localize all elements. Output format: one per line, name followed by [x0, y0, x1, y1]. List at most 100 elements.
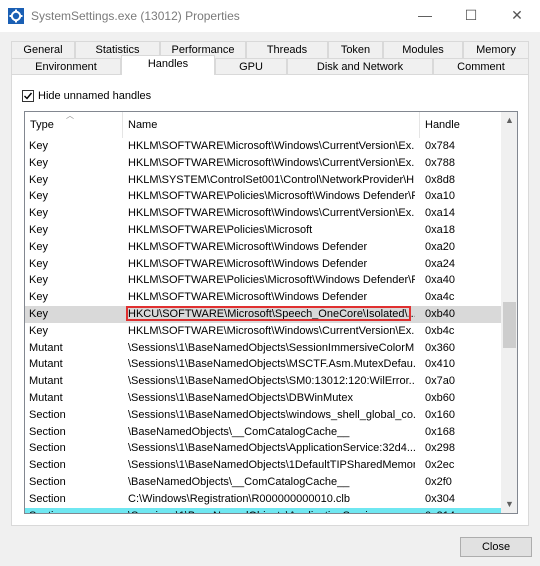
- close-button[interactable]: Close: [460, 537, 532, 557]
- table-row[interactable]: Key HKLM\SOFTWARE\Microsoft\Windows\Curre…: [25, 138, 501, 155]
- list-header: Type ︿ Name Handle: [25, 112, 501, 138]
- handles-list[interactable]: Type ︿ Name Handle Key HKLM\SOFTWARE\Micr…: [24, 111, 518, 514]
- table-row[interactable]: Key HKLM\SOFTWARE\Policies\Microsoft 0xa18: [25, 222, 501, 239]
- table-row[interactable]: Mutant \Sessions\1\BaseNamedObjects\SM0:1…: [25, 373, 501, 390]
- tab-threads[interactable]: Threads: [246, 41, 328, 58]
- table-row[interactable]: Section \BaseNamedObjects\__ComCatalogCac…: [25, 474, 501, 491]
- cell-type: Key: [29, 207, 48, 220]
- cell-type: Mutant: [29, 391, 63, 404]
- cell-name: HKLM\SOFTWARE\Microsoft\Windows Defender: [128, 240, 368, 253]
- cell-type: Section: [29, 459, 66, 472]
- cell-handle: 0x8d8: [425, 173, 455, 186]
- hide-unnamed-option[interactable]: Hide unnamed handles: [22, 88, 151, 104]
- tab-disk-and-network[interactable]: Disk and Network: [287, 58, 433, 75]
- window-title: SystemSettings.exe (13012) Properties: [31, 9, 240, 23]
- close-window-button[interactable]: ✕: [494, 0, 540, 30]
- cell-name: \Sessions\1\BaseNamedObjects\SM0:13012:1…: [128, 375, 415, 388]
- cell-handle: 0x160: [425, 408, 455, 421]
- table-row[interactable]: Key HKLM\SOFTWARE\Microsoft\Windows\Curre…: [25, 323, 501, 340]
- title-bar: SystemSettings.exe (13012) Properties — …: [0, 0, 540, 32]
- cell-handle: 0xa4c: [425, 291, 455, 304]
- cell-handle: 0x168: [425, 425, 455, 438]
- cell-type: Section: [29, 425, 66, 438]
- tab-gpu[interactable]: GPU: [215, 58, 287, 75]
- tab-general[interactable]: General: [11, 41, 75, 58]
- vertical-scrollbar[interactable]: ▲ ▼: [501, 112, 517, 513]
- table-row[interactable]: Section \BaseNamedObjects\__ComCatalogCac…: [25, 424, 501, 441]
- table-row[interactable]: Key HKCU\SOFTWARE\Microsoft\Speech_OneCor…: [25, 305, 501, 323]
- table-row[interactable]: Section \Sessions\1\BaseNamedObjects\Appl…: [25, 507, 501, 513]
- hide-unnamed-label: Hide unnamed handles: [38, 90, 152, 102]
- cell-name: HKLM\SOFTWARE\Policies\Microsoft\Windows…: [128, 190, 415, 203]
- cell-handle: 0x360: [425, 341, 455, 354]
- cell-name: \Sessions\1\BaseNamedObjects\1DefaultTIP…: [128, 459, 415, 472]
- cell-handle: 0x298: [425, 442, 455, 455]
- tab-environment[interactable]: Environment: [11, 58, 121, 75]
- cell-type: Section: [29, 508, 121, 513]
- cell-name: \BaseNamedObjects\__ComCatalogCache__: [128, 425, 350, 438]
- cell-name: \Sessions\1\BaseNamedObjects\windows_she…: [128, 408, 415, 421]
- cell-name: HKLM\SOFTWARE\Microsoft\Windows\CurrentV…: [128, 324, 415, 337]
- table-row[interactable]: Key HKLM\SOFTWARE\Microsoft\Windows Defen…: [25, 289, 501, 306]
- cell-name: \Sessions\1\BaseNamedObjects\Application…: [128, 508, 415, 513]
- table-row[interactable]: Key HKLM\SOFTWARE\Policies\Microsoft\Wind…: [25, 188, 501, 205]
- table-row[interactable]: Mutant \Sessions\1\BaseNamedObjects\DBWin…: [25, 390, 501, 407]
- cell-type: Mutant: [29, 341, 63, 354]
- tab-memory[interactable]: Memory: [463, 41, 529, 58]
- tab-handles[interactable]: Handles: [121, 55, 215, 75]
- cell-name: HKLM\SYSTEM\ControlSet001\Control\Networ…: [128, 173, 415, 186]
- cell-type: Section: [29, 492, 66, 505]
- cell-handle: 0x788: [425, 156, 455, 169]
- cell-name: C:\Windows\Registration\R000000000010.cl…: [128, 492, 350, 505]
- column-header-handle[interactable]: Handle: [420, 112, 501, 138]
- cell-type: Key: [29, 274, 48, 287]
- table-row[interactable]: Mutant \Sessions\1\BaseNamedObjects\Sessi…: [25, 340, 501, 357]
- cell-type: Key: [29, 156, 48, 169]
- scroll-up-icon[interactable]: ▲: [501, 112, 517, 129]
- table-row[interactable]: Mutant \Sessions\1\BaseNamedObjects\MSCTF…: [25, 356, 501, 373]
- cell-name: HKLM\SOFTWARE\Microsoft\Windows\CurrentV…: [128, 207, 415, 220]
- cell-name: HKCU\SOFTWARE\Microsoft\Speech_OneCore\I…: [128, 307, 415, 320]
- maximize-button[interactable]: ☐: [448, 0, 494, 30]
- hide-unnamed-checkbox[interactable]: [22, 90, 34, 102]
- column-header-type[interactable]: Type ︿: [25, 112, 123, 138]
- cell-handle: 0xa24: [425, 257, 455, 270]
- column-header-name[interactable]: Name: [123, 112, 420, 138]
- table-row[interactable]: Key HKLM\SOFTWARE\Microsoft\Windows Defen…: [25, 256, 501, 273]
- table-row[interactable]: Section \Sessions\1\BaseNamedObjects\Appl…: [25, 440, 501, 457]
- scroll-down-icon[interactable]: ▼: [501, 496, 517, 513]
- table-row[interactable]: Key HKLM\SYSTEM\ControlSet001\Control\Net…: [25, 172, 501, 189]
- table-row[interactable]: Key HKLM\SOFTWARE\Microsoft\Windows Defen…: [25, 239, 501, 256]
- cell-type: Key: [29, 190, 48, 203]
- cell-handle: 0x784: [425, 140, 455, 152]
- cell-handle: 0x2f0: [425, 475, 452, 488]
- cell-type: Section: [29, 408, 66, 421]
- table-row[interactable]: Key HKLM\SOFTWARE\Policies\Microsoft\Wind…: [25, 272, 501, 289]
- cell-name: \Sessions\1\BaseNamedObjects\SessionImme…: [128, 341, 415, 354]
- cell-name: HKLM\SOFTWARE\Microsoft\Windows\CurrentV…: [128, 140, 415, 152]
- cell-name: HKLM\SOFTWARE\Microsoft\Windows Defender: [128, 291, 368, 304]
- list-rows: Key HKLM\SOFTWARE\Microsoft\Windows\Curre…: [25, 138, 501, 513]
- tab-modules[interactable]: Modules: [383, 41, 463, 58]
- scroll-thumb[interactable]: [503, 302, 516, 348]
- table-row[interactable]: Section \Sessions\1\BaseNamedObjects\wind…: [25, 407, 501, 424]
- table-row[interactable]: Key HKLM\SOFTWARE\Microsoft\Windows\Curre…: [25, 205, 501, 222]
- checkmark-icon: [24, 92, 33, 100]
- cell-name: \Sessions\1\BaseNamedObjects\Application…: [128, 442, 415, 455]
- cell-handle: 0xa40: [425, 274, 455, 287]
- cell-type: Key: [29, 223, 48, 236]
- table-row[interactable]: Key HKLM\SOFTWARE\Microsoft\Windows\Curre…: [25, 155, 501, 172]
- sort-ascending-icon: ︿: [66, 111, 74, 120]
- tab-comment[interactable]: Comment: [433, 58, 529, 75]
- cell-handle: 0xa14: [425, 207, 455, 220]
- cell-name: HKLM\SOFTWARE\Policies\Microsoft: [128, 223, 313, 236]
- table-row[interactable]: Section C:\Windows\Registration\R00000000…: [25, 491, 501, 508]
- cell-handle: 0xb40: [425, 307, 455, 320]
- cell-handle: 0xa10: [425, 190, 455, 203]
- cell-handle: 0xa20: [425, 240, 455, 253]
- cell-name: \BaseNamedObjects\__ComCatalogCache__: [128, 475, 350, 488]
- minimize-button[interactable]: —: [402, 0, 448, 30]
- table-row[interactable]: Section \Sessions\1\BaseNamedObjects\1Def…: [25, 457, 501, 474]
- cell-type: Key: [29, 240, 48, 253]
- tab-token[interactable]: Token: [328, 41, 383, 58]
